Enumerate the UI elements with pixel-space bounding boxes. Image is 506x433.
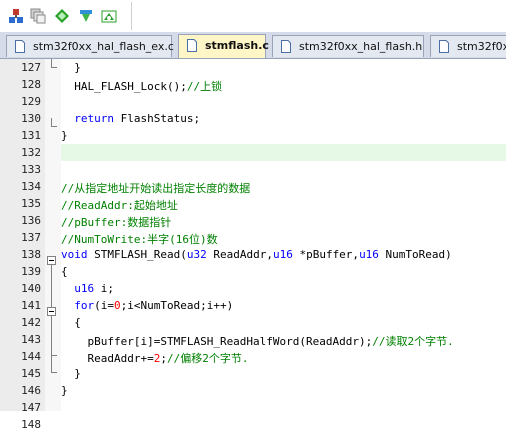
code-line-134[interactable]: 134 //从指定地址开始读出指定长度的数据 <box>0 178 506 195</box>
toolbar-separator <box>131 2 132 30</box>
code-text: HAL_FLASH_Lock();//上锁 <box>61 80 223 93</box>
line-number: 145 <box>21 367 41 380</box>
code-line-140[interactable]: 140 u16 i; <box>0 280 506 297</box>
code-comment: //NumToWrite:半字(16位)数 <box>61 233 218 246</box>
code-line-143[interactable]: 143 pBuffer[i]=STMFLASH_ReadHalfWord(Rea… <box>0 331 506 348</box>
code-line-139[interactable]: 139 { <box>0 263 506 280</box>
line-number: 137 <box>21 231 41 244</box>
code-text: } <box>61 61 81 74</box>
code-line-146[interactable]: 146} <box>0 382 506 399</box>
code-comment: //ReadAddr:起始地址 <box>61 199 178 212</box>
line-number: 132 <box>21 146 41 159</box>
file-icon <box>187 39 197 52</box>
code-text: u16 i; <box>74 282 114 295</box>
tab-stmflash[interactable]: stmflash.c <box>178 34 269 58</box>
code-comment: //偏移2个字节. <box>166 352 249 365</box>
code-line-129[interactable]: 129 <box>0 93 506 110</box>
code-line-144[interactable]: 144 ReadAddr+=2;//偏移2个字节. <box>0 348 506 365</box>
code-text: pBuffer[i]=STMFLASH_ReadHalfWord(ReadAdd… <box>61 335 454 348</box>
code-line-137[interactable]: 137 //NumToWrite:半字(16位)数 <box>0 229 506 246</box>
code-text: return FlashStatus; <box>74 112 201 125</box>
tab-label: stm32f0xx <box>457 40 506 53</box>
code-line-138[interactable]: 138 void STMFLASH_Read(u32 ReadAddr,u16 *… <box>0 246 506 263</box>
code-line-145[interactable]: 145 } <box>0 365 506 382</box>
line-number: 146 <box>21 384 41 397</box>
line-number: 143 <box>21 333 41 346</box>
code-text: { <box>61 265 68 278</box>
code-line-141[interactable]: 141 for(i=0;i<NumToRead;i++) <box>0 297 506 314</box>
code-editor[interactable]: 127 } 128 HAL_FLASH_Lock();//上锁 129 130 ret… <box>0 59 506 431</box>
download-icon[interactable] <box>8 8 24 24</box>
line-number: 139 <box>21 265 41 278</box>
line-number: 138 <box>21 248 41 261</box>
line-number: 147 <box>21 401 41 414</box>
code-text: //NumToWrite:半字(16位)数 <box>61 231 218 247</box>
tab-bar: stm32f0xx_hal_flash_ex.c stmflash.c stm3… <box>0 32 506 59</box>
code-text: } <box>61 384 68 397</box>
code-text: //ReadAddr:起始地址 <box>61 197 178 213</box>
line-number: 131 <box>21 129 41 142</box>
code-comment: //从指定地址开始读出指定长度的数据 <box>61 182 251 195</box>
code-line-127[interactable]: 127 } <box>0 59 506 76</box>
tab-stm32f0xx-hal-flash-h[interactable]: stm32f0xx_hal_flash.h <box>272 35 424 57</box>
code-text: for(i=0;i<NumToRead;i++) <box>74 299 234 312</box>
code-text: } <box>61 367 81 380</box>
line-number: 148 <box>21 418 41 431</box>
code-text: ReadAddr+=2;//偏移2个字节. <box>61 352 249 365</box>
file-icon <box>439 40 449 53</box>
tab-label: stm32f0xx_hal_flash.h <box>299 40 423 53</box>
line-number: 136 <box>21 214 41 227</box>
current-line-highlight <box>61 144 506 161</box>
code-comment: //上锁 <box>186 80 223 93</box>
code-line-142[interactable]: 142 { <box>0 314 506 331</box>
tab-stm32f0xx-hal-flash-ex[interactable]: stm32f0xx_hal_flash_ex.c <box>6 35 174 57</box>
line-number: 127 <box>21 61 41 74</box>
line-number: 144 <box>21 350 41 363</box>
code-line-132[interactable]: 132 <box>0 144 506 161</box>
toolbar <box>0 0 506 33</box>
code-text: //从指定地址开始读出指定长度的数据 <box>61 180 250 196</box>
settings-icon[interactable] <box>101 8 117 24</box>
file-icon <box>15 40 25 53</box>
line-number: 133 <box>21 163 41 176</box>
code-line-135[interactable]: 135 //ReadAddr:起始地址 <box>0 195 506 212</box>
code-line-133[interactable]: 133 <box>0 161 506 178</box>
code-line-130[interactable]: 130 return FlashStatus; <box>0 110 506 127</box>
line-number: 141 <box>21 299 41 312</box>
line-number: 130 <box>21 112 41 125</box>
tab-label: stmflash.c <box>205 39 269 52</box>
code-line-148[interactable]: 148 <box>0 416 506 433</box>
code-text: void STMFLASH_Read(u32 ReadAddr,u16 *pBu… <box>61 248 452 261</box>
code-text: //pBuffer:数据指针 <box>61 214 171 230</box>
code-comment: //读取2个字节. <box>372 335 454 348</box>
code-line-147[interactable]: 147 <box>0 399 506 416</box>
code-text: { <box>61 316 81 329</box>
line-number: 135 <box>21 197 41 210</box>
debug-icon[interactable] <box>54 8 70 24</box>
line-number: 134 <box>21 180 41 193</box>
code-comment: //pBuffer:数据指针 <box>61 216 172 229</box>
code-line-128[interactable]: 128 HAL_FLASH_Lock();//上锁 <box>0 76 506 93</box>
line-number: 142 <box>21 316 41 329</box>
code-line-131[interactable]: 131} <box>0 127 506 144</box>
tab-label: stm32f0xx_hal_flash_ex.c <box>33 40 174 53</box>
code-text: } <box>61 129 68 142</box>
tab-stm32f0xx-truncated[interactable]: stm32f0xx <box>430 35 506 57</box>
file-icon <box>281 40 291 53</box>
line-number: 129 <box>21 95 41 108</box>
line-number: 128 <box>21 78 41 91</box>
flash-icon[interactable] <box>78 8 94 24</box>
code-line-136[interactable]: 136 //pBuffer:数据指针 <box>0 212 506 229</box>
line-number: 140 <box>21 282 41 295</box>
batch-icon[interactable] <box>30 8 46 24</box>
